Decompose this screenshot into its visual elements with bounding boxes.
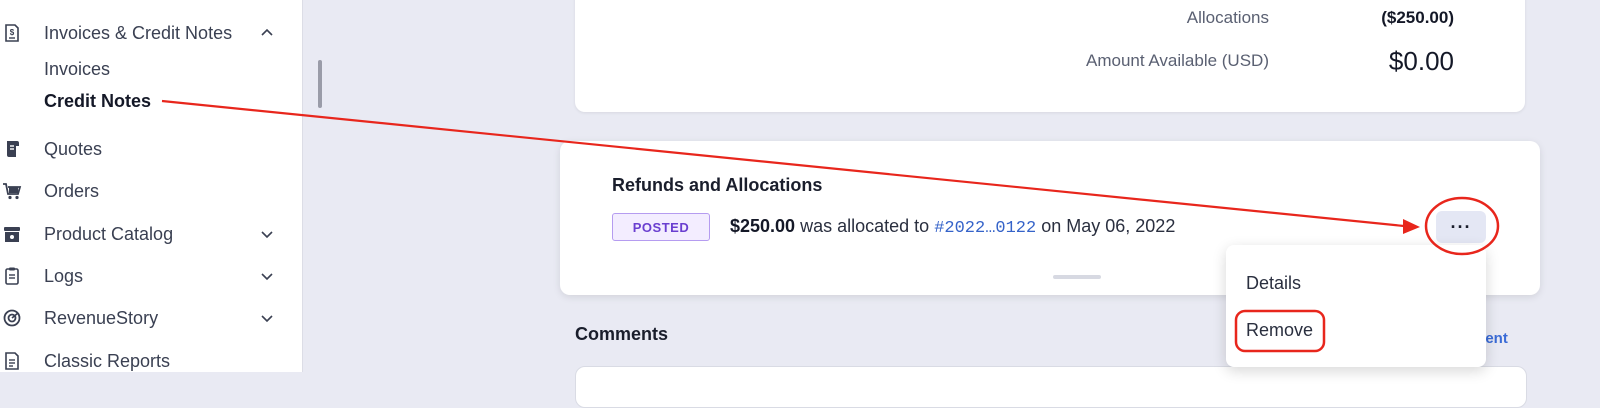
menu-item-remove[interactable]: Remove bbox=[1246, 320, 1313, 341]
comments-card bbox=[575, 366, 1527, 408]
comments-title: Comments bbox=[575, 324, 669, 344]
amount-available-value: $0.00 bbox=[1388, 46, 1454, 76]
chevron-down-icon[interactable] bbox=[258, 309, 276, 327]
sidebar: $ Invoices & Credit Notes Invoices Credi… bbox=[0, 0, 303, 372]
svg-text:$: $ bbox=[10, 28, 15, 37]
sidebar-subitem-invoices[interactable]: Invoices bbox=[44, 59, 110, 80]
sidebar-item-quotes[interactable]: Quotes bbox=[0, 131, 302, 167]
sidebar-item-label: RevenueStory bbox=[44, 307, 159, 328]
circle-chart-icon bbox=[2, 308, 22, 328]
credit-note-summary-card: Allocations ($250.00) Amount Available (… bbox=[575, 0, 1525, 112]
chevron-down-icon[interactable] bbox=[258, 225, 276, 243]
invoice-link[interactable]: #2022…0122 bbox=[934, 219, 1036, 238]
allocations-value: ($250.00) bbox=[1381, 8, 1454, 27]
sidebar-subitem-credit-notes[interactable]: Credit Notes bbox=[44, 91, 151, 112]
allocation-amount: $250.00 bbox=[730, 216, 796, 236]
refunds-allocations-title: Refunds and Allocations bbox=[612, 175, 823, 195]
sidebar-item-label: Classic Reports bbox=[44, 350, 171, 371]
sidebar-item-invoices-credit-notes[interactable]: $ Invoices & Credit Notes bbox=[0, 15, 302, 51]
more-actions-button[interactable]: ··· bbox=[1436, 211, 1486, 243]
panel-resize-handle[interactable] bbox=[318, 60, 322, 108]
allocations-label: Allocations bbox=[1186, 8, 1269, 27]
card-scroll-indicator bbox=[1053, 275, 1101, 279]
sidebar-item-logs[interactable]: Logs bbox=[0, 258, 302, 294]
invoice-dollar-icon: $ bbox=[2, 23, 22, 43]
sidebar-item-label: Invoices & Credit Notes bbox=[44, 22, 233, 43]
clipboard-icon bbox=[2, 266, 22, 286]
chevron-down-icon[interactable] bbox=[258, 267, 276, 285]
actions-dropdown-menu: Details Remove bbox=[1226, 245, 1486, 367]
sidebar-item-product-catalog[interactable]: Product Catalog bbox=[0, 216, 302, 252]
menu-item-details[interactable]: Details bbox=[1246, 273, 1301, 294]
sidebar-item-label: Orders bbox=[44, 180, 100, 201]
sidebar-item-label: Logs bbox=[44, 265, 84, 286]
status-badge: POSTED bbox=[612, 213, 710, 241]
report-icon bbox=[2, 351, 22, 371]
sidebar-item-label: Product Catalog bbox=[44, 223, 174, 244]
sidebar-item-label: Quotes bbox=[44, 138, 103, 159]
sidebar-item-revenuestory[interactable]: RevenueStory bbox=[0, 300, 302, 336]
allocation-description: $250.00 was allocated to #2022…0122 on M… bbox=[730, 216, 1175, 238]
cart-icon bbox=[2, 181, 22, 201]
amount-available-label: Amount Available (USD) bbox=[1086, 51, 1269, 70]
chevron-up-icon[interactable] bbox=[258, 24, 276, 42]
sidebar-item-classic-reports[interactable]: Classic Reports bbox=[0, 343, 302, 379]
allocation-date-text: on May 06, 2022 bbox=[1041, 216, 1176, 236]
scroll-icon bbox=[2, 139, 22, 159]
sidebar-item-orders[interactable]: Orders bbox=[0, 173, 302, 209]
allocation-text: was allocated to bbox=[800, 216, 930, 236]
box-icon bbox=[2, 224, 22, 244]
